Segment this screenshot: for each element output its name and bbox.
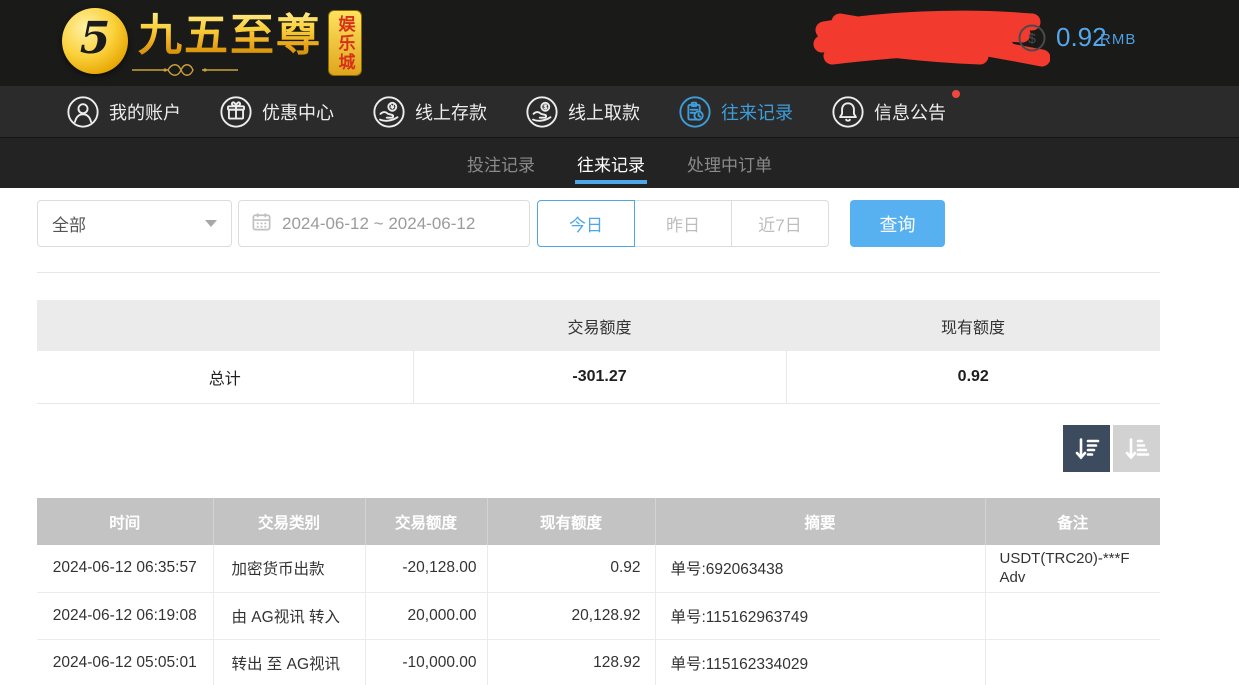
cell-balance: 0.92 bbox=[487, 545, 655, 592]
cell-summary: 单号:115162963749 bbox=[655, 592, 985, 639]
content-area: 全部 2024-06-12 ~ 2024-06-12 今日 昨日 近7日 查询 bbox=[0, 188, 1239, 685]
table-row: 2024-06-12 06:35:57 加密货币出款 -20,128.00 0.… bbox=[37, 545, 1160, 592]
record-tabs: 投注记录 往来记录 处理中订单 bbox=[0, 138, 1239, 188]
cell-summary: 单号:692063438 bbox=[655, 545, 985, 592]
logo-title: 九五至尊 bbox=[138, 8, 322, 58]
cell-type: 加密货币出款 bbox=[213, 545, 365, 592]
balance-currency: RMB bbox=[1100, 31, 1136, 48]
summary-col-transaction-amount: 交易额度 bbox=[413, 300, 786, 351]
logo-badge: 娱乐城 bbox=[328, 10, 362, 76]
sort-descending-button[interactable] bbox=[1063, 425, 1110, 472]
tab-processing-orders[interactable]: 处理中订单 bbox=[685, 138, 774, 188]
nav-item-announcements[interactable]: 信息公告 bbox=[831, 95, 946, 129]
cell-time: 2024-06-12 06:35:57 bbox=[37, 545, 213, 592]
records-header-row: 时间 交易类别 交易额度 现有额度 摘要 备注 bbox=[37, 498, 1160, 545]
col-header-summary: 摘要 bbox=[655, 498, 985, 545]
records-table: 时间 交易类别 交易额度 现有额度 摘要 备注 2024-06-12 06:35… bbox=[37, 498, 1160, 685]
summary-total-label: 总计 bbox=[37, 351, 413, 403]
range-button-today[interactable]: 今日 bbox=[537, 200, 635, 247]
deposit-hand-coin-icon: ¥ bbox=[372, 95, 406, 129]
summary-table: 交易额度 现有额度 总计 -301.27 0.92 bbox=[37, 300, 1160, 404]
type-filter-value: 全部 bbox=[52, 211, 86, 236]
summary-total-row: 总计 -301.27 0.92 bbox=[37, 351, 1160, 403]
quick-range-group: 今日 昨日 近7日 bbox=[537, 200, 829, 247]
cell-time: 2024-06-12 06:19:08 bbox=[37, 592, 213, 639]
cell-note bbox=[985, 592, 1160, 639]
sort-ascending-button[interactable] bbox=[1113, 425, 1160, 472]
user-icon bbox=[66, 95, 100, 129]
top-header: 5 九五至尊 娱乐城 $ bbox=[0, 0, 1239, 86]
cell-balance: 128.92 bbox=[487, 639, 655, 685]
col-header-type: 交易类别 bbox=[213, 498, 365, 545]
cell-type: 由 AG视讯 转入 bbox=[213, 592, 365, 639]
cell-time: 2024-06-12 05:05:01 bbox=[37, 639, 213, 685]
date-range-picker[interactable]: 2024-06-12 ~ 2024-06-12 bbox=[238, 200, 530, 247]
nav-item-label: 往来记录 bbox=[721, 99, 793, 125]
search-button[interactable]: 查询 bbox=[850, 200, 945, 247]
cell-type: 转出 至 AG视讯 bbox=[213, 639, 365, 685]
tab-betting-records[interactable]: 投注记录 bbox=[465, 138, 537, 188]
sort-descending-icon bbox=[1073, 435, 1101, 463]
nav-item-label: 线上存款 bbox=[415, 99, 487, 125]
redaction-scribble bbox=[810, 8, 1050, 70]
cell-note: USDT(TRC20)-***F Adv bbox=[985, 545, 1160, 592]
summary-col-empty bbox=[37, 300, 413, 351]
type-filter-select[interactable]: 全部 bbox=[37, 200, 232, 247]
cell-amount: 20,000.00 bbox=[365, 592, 487, 639]
section-divider bbox=[37, 272, 1160, 273]
col-header-amount: 交易额度 bbox=[365, 498, 487, 545]
chevron-down-icon bbox=[205, 220, 217, 227]
nav-item-label: 优惠中心 bbox=[262, 99, 334, 125]
records-clipboard-icon bbox=[678, 95, 712, 129]
date-range-value: 2024-06-12 ~ 2024-06-12 bbox=[282, 214, 475, 234]
summary-header-row: 交易额度 现有额度 bbox=[37, 300, 1160, 351]
main-nav: 我的账户 优惠中心 ¥ bbox=[0, 86, 1239, 138]
withdraw-hand-coin-icon: $ bbox=[525, 95, 559, 129]
nav-item-label: 我的账户 bbox=[109, 99, 181, 125]
tab-transaction-records[interactable]: 往来记录 bbox=[575, 138, 647, 188]
summary-col-current-balance: 现有额度 bbox=[786, 300, 1160, 351]
range-button-yesterday[interactable]: 昨日 bbox=[634, 200, 732, 247]
nav-item-deposit[interactable]: ¥ 线上存款 bbox=[372, 95, 487, 129]
logo-emblem-text: 5 bbox=[80, 13, 111, 64]
cell-note bbox=[985, 639, 1160, 685]
nav-item-transaction-records[interactable]: 往来记录 bbox=[678, 95, 793, 129]
notification-dot bbox=[952, 90, 960, 98]
range-button-last7days[interactable]: 近7日 bbox=[731, 200, 829, 247]
col-header-note: 备注 bbox=[985, 498, 1160, 545]
nav-item-my-account[interactable]: 我的账户 bbox=[66, 95, 181, 129]
cell-balance: 20,128.92 bbox=[487, 592, 655, 639]
sort-controls bbox=[1063, 425, 1160, 472]
summary-total-current-balance: 0.92 bbox=[786, 351, 1160, 403]
nav-item-promotions[interactable]: 优惠中心 bbox=[219, 95, 334, 129]
cell-amount: -10,000.00 bbox=[365, 639, 487, 685]
cell-amount: -20,128.00 bbox=[365, 545, 487, 592]
calendar-icon bbox=[251, 211, 272, 237]
col-header-time: 时间 bbox=[37, 498, 213, 545]
summary-total-transaction-amount: -301.27 bbox=[413, 351, 786, 403]
nav-item-label: 线上取款 bbox=[568, 99, 640, 125]
logo-flourish-icon bbox=[130, 62, 240, 78]
table-row: 2024-06-12 06:19:08 由 AG视讯 转入 20,000.00 … bbox=[37, 592, 1160, 639]
svg-text:¥: ¥ bbox=[390, 104, 394, 111]
bell-icon bbox=[831, 95, 865, 129]
svg-text:$: $ bbox=[543, 104, 547, 111]
nav-item-withdraw[interactable]: $ 线上取款 bbox=[525, 95, 640, 129]
gift-icon bbox=[219, 95, 253, 129]
sort-ascending-icon bbox=[1123, 435, 1151, 463]
cell-summary: 单号:115162334029 bbox=[655, 639, 985, 685]
transaction-records-page: 5 九五至尊 娱乐城 $ bbox=[0, 0, 1239, 685]
col-header-balance: 现有额度 bbox=[487, 498, 655, 545]
nav-item-label: 信息公告 bbox=[874, 99, 946, 125]
refresh-balance-icon[interactable]: $ bbox=[1017, 23, 1047, 58]
logo-emblem-icon: 5 bbox=[62, 8, 128, 74]
svg-text:$: $ bbox=[1028, 30, 1036, 46]
table-row: 2024-06-12 05:05:01 转出 至 AG视讯 -10,000.00… bbox=[37, 639, 1160, 685]
